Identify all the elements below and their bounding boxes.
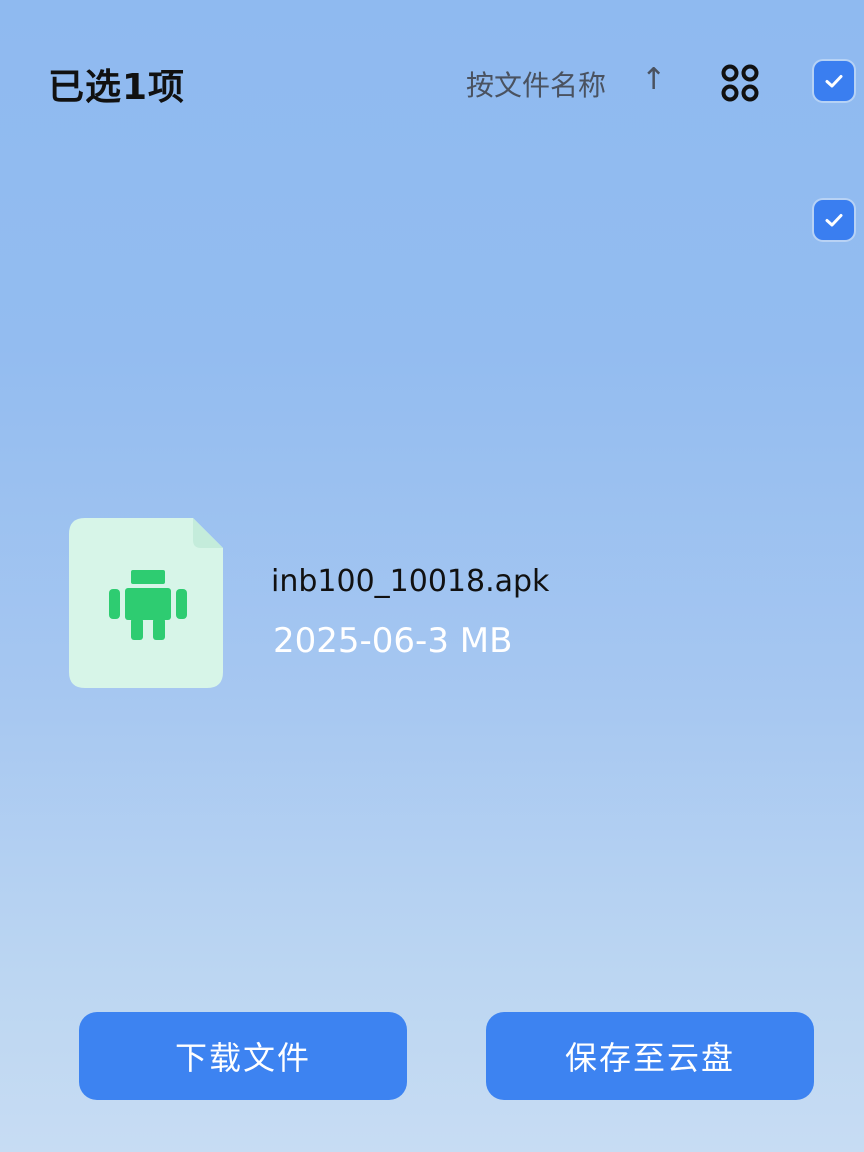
select-all-checkbox[interactable] bbox=[814, 61, 854, 101]
sort-by-name-button[interactable]: 按文件名称 bbox=[466, 64, 606, 104]
sort-direction-icon[interactable]: ↑ bbox=[641, 62, 666, 97]
grid-view-icon[interactable] bbox=[720, 63, 760, 103]
download-file-button[interactable]: 下载文件 bbox=[79, 1012, 407, 1100]
check-icon bbox=[825, 75, 843, 88]
file-name: inb100_10018.apk bbox=[271, 564, 550, 599]
save-to-cloud-button[interactable]: 保存至云盘 bbox=[486, 1012, 814, 1100]
file-select-checkbox[interactable] bbox=[814, 200, 854, 240]
file-meta: 2025-06-3 MB bbox=[273, 621, 513, 661]
apk-file-icon[interactable] bbox=[69, 518, 223, 688]
check-icon bbox=[825, 214, 843, 227]
selection-count-title: 已选1项 bbox=[48, 67, 186, 108]
